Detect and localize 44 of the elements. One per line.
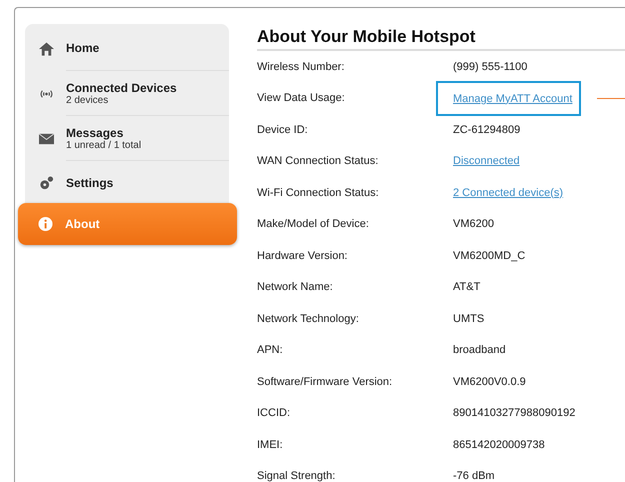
envelope-icon: [39, 132, 54, 146]
sidebar-item[interactable]: Settings: [25, 161, 229, 205]
item-subtitle: 2 devices: [66, 94, 110, 106]
field-value: AT&T: [453, 281, 480, 294]
item-label: Settings: [66, 176, 114, 190]
home-icon: [39, 42, 54, 56]
field-value: UMTS: [453, 312, 484, 325]
item-subtitle: 1 unread / 1 total: [66, 140, 142, 150]
field-value: ZC-61294809: [453, 124, 520, 136]
info-icon: [38, 217, 53, 231]
sidebar-item[interactable]: Messages 1 unread / 1 total: [25, 116, 229, 161]
field-label: Network Technology:: [257, 312, 360, 325]
field-value: VM6200MD_C: [453, 250, 526, 262]
field-label: ICCID:: [257, 407, 291, 420]
item-label: Messages: [66, 126, 124, 140]
field-label: Device ID:: [257, 124, 309, 136]
field-value: broadband: [453, 344, 506, 356]
field-value: VM6200: [453, 218, 494, 230]
value-link[interactable]: 2 Connected device(s): [453, 186, 564, 199]
sidebar-item[interactable]: Connected Devices 2 devices: [25, 71, 229, 116]
field-label: Network Name:: [257, 281, 334, 294]
value-link[interactable]: Disconnected: [453, 155, 520, 168]
field-value: VM6200V0.0.9: [453, 376, 526, 388]
field-label: Make/Model of Device:: [257, 218, 370, 230]
field-value: 89014103277988090192: [453, 407, 576, 420]
field-label: WAN Connection Status:: [257, 155, 380, 168]
field-label: Wi-Fi Connection Status:: [257, 186, 380, 199]
item-label: Connected Devices: [66, 80, 178, 94]
field-label: Wireless Number:: [257, 60, 346, 73]
value-link[interactable]: Manage MyATT Account: [436, 80, 582, 116]
gears-icon: [39, 176, 54, 190]
field-label: Signal Strength:: [257, 470, 336, 482]
field-label: Hardware Version:: [257, 250, 348, 262]
field-label: IMEI:: [257, 438, 284, 451]
page-title: About Your Mobile Hotspot: [257, 27, 625, 51]
field-value: 865142020009738: [453, 438, 545, 451]
field-value: (999) 555-1100: [453, 60, 528, 73]
item-label: About: [65, 217, 101, 231]
sidebar-item[interactable]: Home: [25, 26, 229, 71]
field-label: Software/Firmware Version:: [257, 376, 394, 388]
item-label: Home: [66, 41, 100, 55]
field-label: View Data Usage:: [257, 92, 346, 104]
field-value: -76 dBm: [453, 470, 495, 482]
field-label: APN:: [257, 344, 284, 356]
